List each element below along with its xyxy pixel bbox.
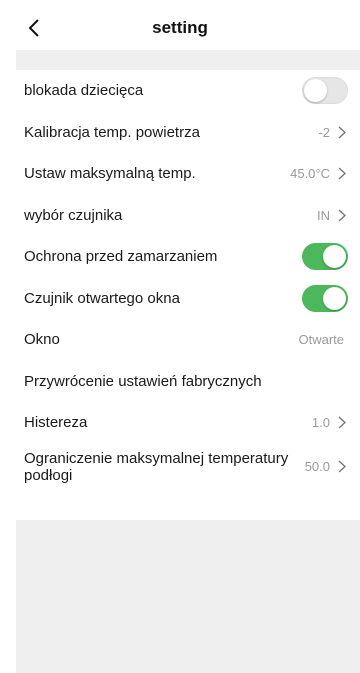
setting-label: blokada dziecięca (24, 82, 144, 100)
chevron-right-icon (338, 416, 348, 430)
setting-row-floor-temp-limit[interactable]: Ograniczenie maksymalnej temperatury pod… (16, 444, 360, 490)
setting-value: Otwarte (298, 332, 344, 348)
setting-row-hysteresis[interactable]: Histereza 1.0 (16, 402, 360, 444)
setting-row-open-window-sensor[interactable]: Czujnik otwartego okna (16, 278, 360, 320)
setting-row-factory-reset[interactable]: Przywrócenie ustawień fabrycznych (16, 361, 360, 403)
setting-row-window: Okno Otwarte (16, 319, 360, 361)
setting-value: 45.0°C (290, 166, 330, 182)
setting-value: 1.0 (311, 415, 330, 431)
setting-label: Ustaw maksymalną temp. (24, 165, 196, 183)
setting-label: wybór czujnika (24, 206, 123, 224)
setting-label: Przywrócenie ustawień fabrycznych (24, 372, 262, 390)
setting-value: -2 (318, 124, 330, 140)
chevron-right-icon (338, 208, 348, 222)
toggle-knob (323, 245, 346, 269)
setting-row-sensor-select[interactable]: wybór czujnika IN (16, 195, 360, 237)
setting-label: Kalibracja temp. powietrza (24, 123, 200, 141)
chevron-right-icon (338, 125, 348, 139)
setting-row-max-temp[interactable]: Ustaw maksymalną temp. 45.0°C (16, 153, 360, 195)
page-title: setting (152, 18, 208, 37)
toggle-knob (304, 79, 327, 103)
chevron-right-icon (338, 460, 348, 474)
child-lock-toggle[interactable] (302, 77, 348, 105)
empty-area (16, 520, 360, 673)
setting-value: 50.0 (304, 459, 330, 474)
header: setting (0, 0, 360, 56)
open-window-toggle[interactable] (302, 284, 348, 312)
setting-row-frost-protection[interactable]: Ochrona przed zamarzaniem (16, 236, 360, 278)
setting-label: Ochrona przed zamarzaniem (24, 248, 218, 266)
toggle-knob (323, 286, 346, 310)
chevron-right-icon (338, 167, 348, 181)
setting-row-air-calibration[interactable]: Kalibracja temp. powietrza -2 (16, 112, 360, 154)
back-button[interactable] (22, 14, 46, 42)
setting-label: Czujnik otwartego okna (24, 289, 180, 307)
setting-label: Ograniczenie maksymalnej temperatury pod… (24, 449, 289, 484)
setting-value: IN (317, 207, 330, 223)
setting-row-child-lock[interactable]: blokada dziecięca (16, 70, 360, 112)
frost-protection-toggle[interactable] (302, 243, 348, 271)
section-spacer (16, 50, 360, 70)
setting-label: Histereza (24, 414, 88, 432)
chevron-left-icon (28, 19, 39, 37)
setting-label: Okno (24, 331, 60, 349)
settings-list: blokada dziecięca Kalibracja temp. powie… (16, 70, 360, 490)
